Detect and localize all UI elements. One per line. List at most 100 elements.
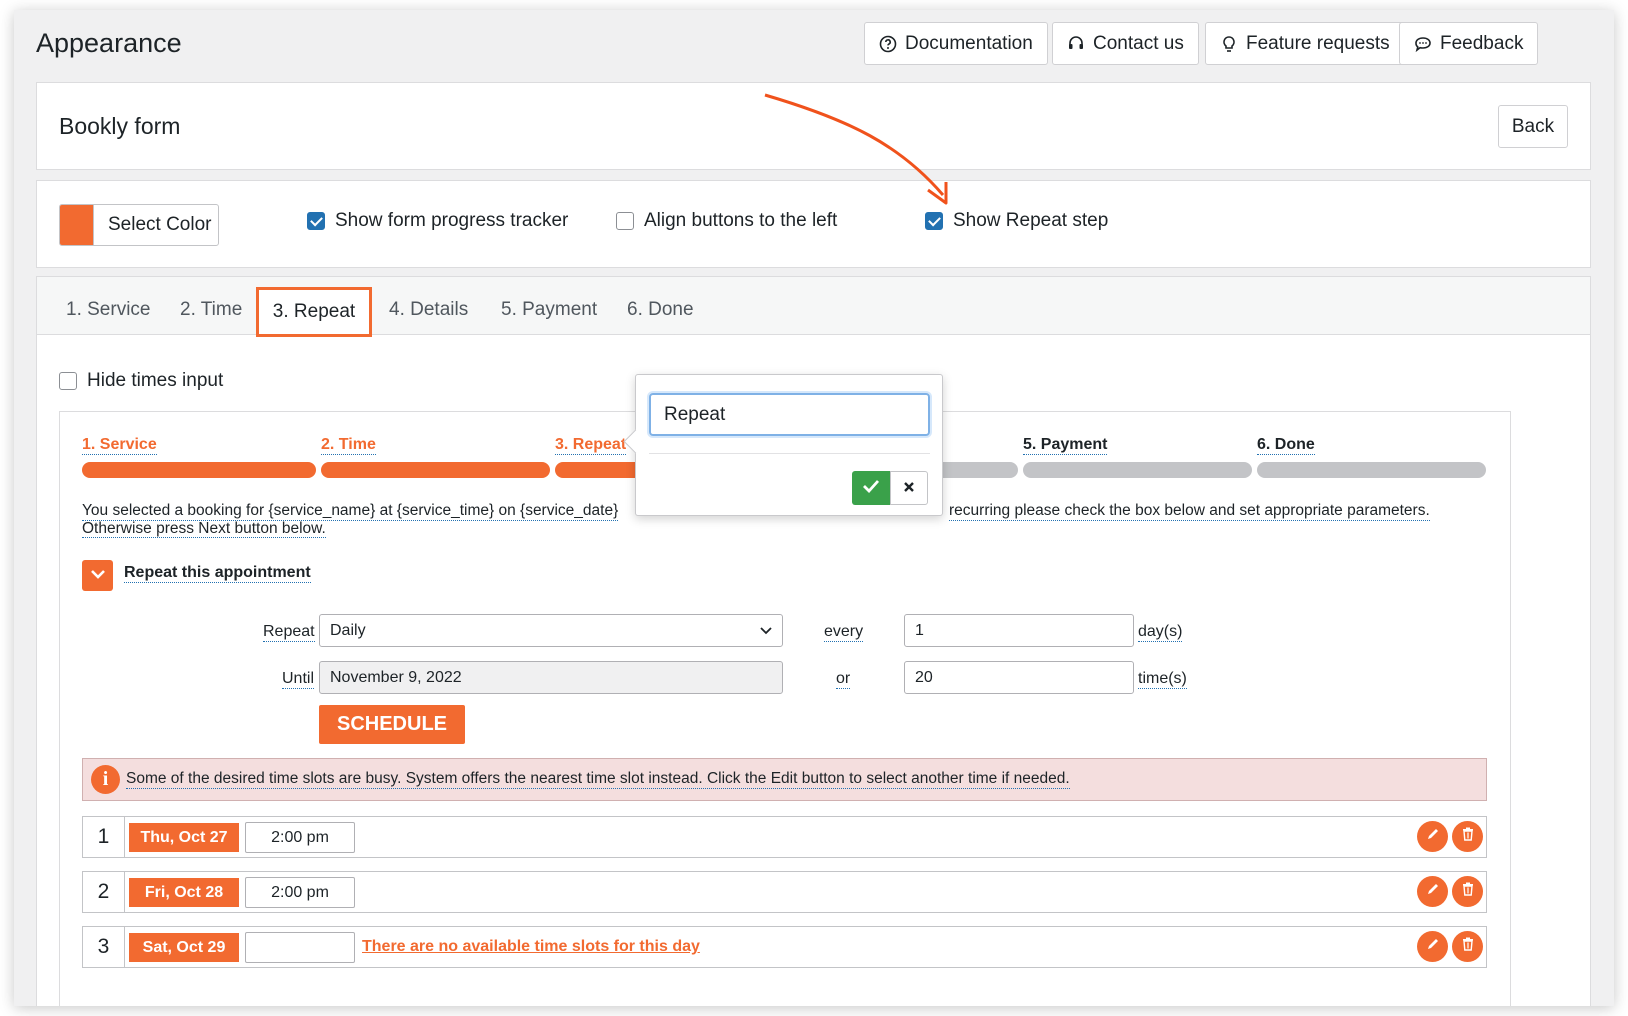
row-number: 3 <box>83 927 125 967</box>
progress-tracker-checkbox[interactable] <box>307 212 325 230</box>
options-panel: Select Color Show form progress tracker … <box>36 180 1591 268</box>
progress-step-repeat[interactable]: 3. Repeat <box>555 436 627 455</box>
row-time: 2:00 pm <box>245 822 355 853</box>
align-left-label: Align buttons to the left <box>644 210 838 231</box>
edit-button[interactable] <box>1417 931 1448 962</box>
select-color-label: Select Color <box>108 214 212 235</box>
tab-repeat[interactable]: 3. Repeat <box>256 287 372 337</box>
or-label[interactable]: or <box>836 670 851 689</box>
repeat-select[interactable]: Daily <box>319 614 783 647</box>
tab-service[interactable]: 1. Service <box>66 299 150 321</box>
check-icon <box>862 479 880 498</box>
popover-confirm-button[interactable] <box>852 471 890 505</box>
repeat-toggle-button[interactable] <box>82 560 113 591</box>
progress-tracker-label: Show form progress tracker <box>335 210 569 231</box>
until-label[interactable]: Until <box>282 670 315 689</box>
schedule-row: 1 Thu, Oct 27 2:00 pm <box>82 816 1487 858</box>
busy-slots-message[interactable]: Some of the desired time slots are busy.… <box>126 770 1070 789</box>
form-header-panel: Bookly form Back <box>36 82 1591 170</box>
row-number: 2 <box>83 872 125 912</box>
every-input[interactable]: 1 <box>904 614 1134 647</box>
progress-step-payment[interactable]: 5. Payment <box>1023 436 1108 455</box>
show-repeat-option[interactable]: Show Repeat step <box>925 210 1108 232</box>
row-date: Thu, Oct 27 <box>129 823 239 852</box>
row-date: Sat, Oct 29 <box>129 933 239 962</box>
popover-cancel-button[interactable] <box>890 471 928 505</box>
feedback-label: Feedback <box>1440 32 1524 54</box>
schedule-row: 3 Sat, Oct 29 There are no available tim… <box>82 926 1487 968</box>
documentation-button[interactable]: Documentation <box>864 22 1048 65</box>
color-swatch <box>60 205 94 245</box>
progress-tracker-option[interactable]: Show form progress tracker <box>307 210 568 232</box>
popover-divider <box>649 453 930 454</box>
progress-bar-time <box>321 462 550 478</box>
repeat-appointment-label[interactable]: Repeat this appointment <box>124 564 311 583</box>
documentation-label: Documentation <box>905 32 1033 54</box>
info-line2: Otherwise press Next button below. <box>82 520 326 538</box>
close-icon <box>903 478 915 498</box>
feedback-button[interactable]: Feedback <box>1399 22 1539 65</box>
edit-button[interactable] <box>1417 821 1448 852</box>
trash-icon <box>1460 826 1476 847</box>
tab-done[interactable]: 6. Done <box>627 299 694 321</box>
align-left-option[interactable]: Align buttons to the left <box>616 210 837 232</box>
until-date-input[interactable]: November 9, 2022 <box>319 661 783 694</box>
edit-button[interactable] <box>1417 876 1448 907</box>
feature-requests-button[interactable]: Feature requests <box>1205 22 1405 65</box>
delete-button[interactable] <box>1452 931 1483 962</box>
progress-step-time[interactable]: 2. Time <box>321 436 376 455</box>
chat-bubble-icon <box>1414 35 1432 53</box>
info-line1-right: recurring please check the box below and… <box>949 502 1430 521</box>
hide-times-checkbox[interactable] <box>59 372 77 390</box>
delete-button[interactable] <box>1452 821 1483 852</box>
pencil-icon <box>1425 881 1441 902</box>
align-left-checkbox[interactable] <box>616 212 634 230</box>
hide-times-option[interactable]: Hide times input <box>59 370 223 392</box>
row-date: Fri, Oct 28 <box>129 878 239 907</box>
no-slots-message[interactable]: There are no available time slots for th… <box>362 938 700 956</box>
trash-icon <box>1460 936 1476 957</box>
step-tabs: 1. Service 2. Time 3. Repeat 4. Details … <box>37 277 1590 337</box>
progress-bar-done <box>1257 462 1486 478</box>
pencil-icon <box>1425 936 1441 957</box>
show-repeat-checkbox[interactable] <box>925 212 943 230</box>
contact-us-label: Contact us <box>1093 32 1184 54</box>
row-time: 2:00 pm <box>245 877 355 908</box>
row-number: 1 <box>83 817 125 857</box>
repeat-label[interactable]: Repeat <box>263 623 315 642</box>
times-unit-label[interactable]: time(s) <box>1138 670 1187 689</box>
progress-bar-service <box>82 462 316 478</box>
chevron-down-icon <box>90 567 106 585</box>
repeat-select-value: Daily <box>330 621 366 639</box>
pencil-icon <box>1425 826 1441 847</box>
lightbulb-icon <box>1220 35 1238 53</box>
contact-us-button[interactable]: Contact us <box>1052 22 1199 65</box>
feature-requests-label: Feature requests <box>1246 32 1390 54</box>
info-line1-left: You selected a booking for {service_name… <box>82 502 619 521</box>
trash-icon <box>1460 881 1476 902</box>
progress-step-service[interactable]: 1. Service <box>82 436 157 455</box>
delete-button[interactable] <box>1452 876 1483 907</box>
times-input[interactable]: 20 <box>904 661 1134 694</box>
tab-time[interactable]: 2. Time <box>180 299 242 321</box>
hide-times-label: Hide times input <box>87 370 224 391</box>
progress-step-done[interactable]: 6. Done <box>1257 436 1315 455</box>
edit-text-popover: Repeat <box>635 374 943 516</box>
schedule-row: 2 Fri, Oct 28 2:00 pm <box>82 871 1487 913</box>
progress-bar-payment <box>1023 462 1252 478</box>
schedule-button[interactable]: SCHEDULE <box>319 705 465 744</box>
popover-text-input[interactable]: Repeat <box>649 393 930 436</box>
every-unit-label[interactable]: day(s) <box>1138 623 1183 642</box>
chevron-down-icon <box>760 622 772 640</box>
tab-details[interactable]: 4. Details <box>389 299 468 321</box>
tab-payment[interactable]: 5. Payment <box>501 299 597 321</box>
headset-icon <box>1067 35 1085 53</box>
show-repeat-label: Show Repeat step <box>953 210 1109 231</box>
page-title: Appearance <box>36 28 182 58</box>
select-color-button[interactable]: Select Color <box>59 204 219 246</box>
question-circle-icon <box>879 35 897 53</box>
back-button[interactable]: Back <box>1498 105 1568 148</box>
every-label[interactable]: every <box>824 623 864 642</box>
row-time[interactable] <box>245 932 355 963</box>
busy-slots-alert: i Some of the desired time slots are bus… <box>82 758 1487 801</box>
